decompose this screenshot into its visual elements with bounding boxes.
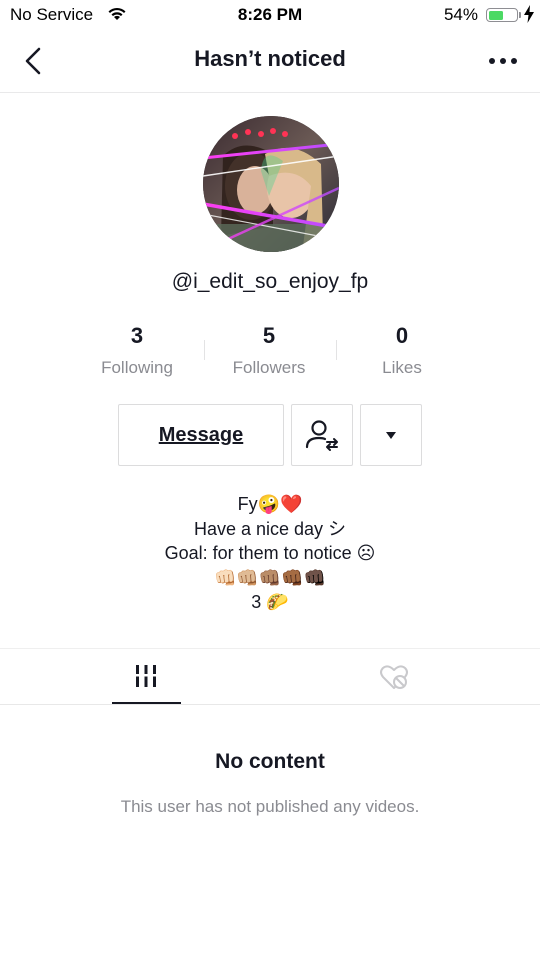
followers-count: 5	[262, 323, 276, 348]
following-label: Following	[101, 358, 173, 377]
stat-followers[interactable]: 5 Followers	[199, 322, 339, 378]
stat-likes[interactable]: 0 Likes	[332, 322, 472, 378]
nav-bar: Hasn’t noticed	[0, 32, 540, 93]
username: @i_edit_so_enjoy_fp	[171, 270, 369, 293]
likes-count: 0	[395, 323, 409, 348]
empty-state-title: No content	[215, 750, 325, 773]
battery-percent: 54%	[443, 5, 478, 24]
caret-down-icon	[386, 432, 396, 439]
likes-label: Likes	[382, 358, 422, 377]
bio-line: 3 🌮	[251, 592, 289, 612]
follow-toggle-button[interactable]	[291, 404, 353, 466]
liked-hidden-icon	[380, 665, 408, 689]
tabs-divider	[0, 648, 540, 649]
bio: Fy🤪❤️ Have a nice day シ Goal: for them t…	[0, 492, 540, 615]
followers-label: Followers	[232, 358, 306, 377]
tab-videos[interactable]	[112, 660, 180, 694]
tab-liked[interactable]	[378, 662, 410, 692]
avatar[interactable]	[203, 116, 339, 252]
grid-icon	[134, 665, 158, 687]
bio-line: 👊🏻👊🏼👊🏽👊🏾👊🏿	[213, 567, 327, 588]
bio-line: Have a nice day シ	[193, 518, 347, 539]
bio-line: Goal: for them to notice ☹	[164, 543, 376, 563]
battery-icon	[486, 8, 518, 22]
message-button[interactable]: Message	[118, 404, 284, 466]
user-follow-icon	[305, 420, 338, 451]
page-title: Hasn’t noticed	[194, 46, 346, 71]
bio-line: Fy🤪❤️	[237, 494, 303, 514]
dropdown-button[interactable]	[360, 404, 422, 466]
charging-icon	[524, 5, 534, 23]
following-count: 3	[130, 323, 144, 348]
more-options-button[interactable]	[488, 54, 518, 68]
status-bar: No Service 8:26 PM 54%	[0, 0, 540, 32]
stat-following[interactable]: 3 Following	[67, 322, 207, 378]
tabs-divider	[0, 704, 540, 705]
empty-state-description: This user has not published any videos.	[120, 797, 420, 816]
